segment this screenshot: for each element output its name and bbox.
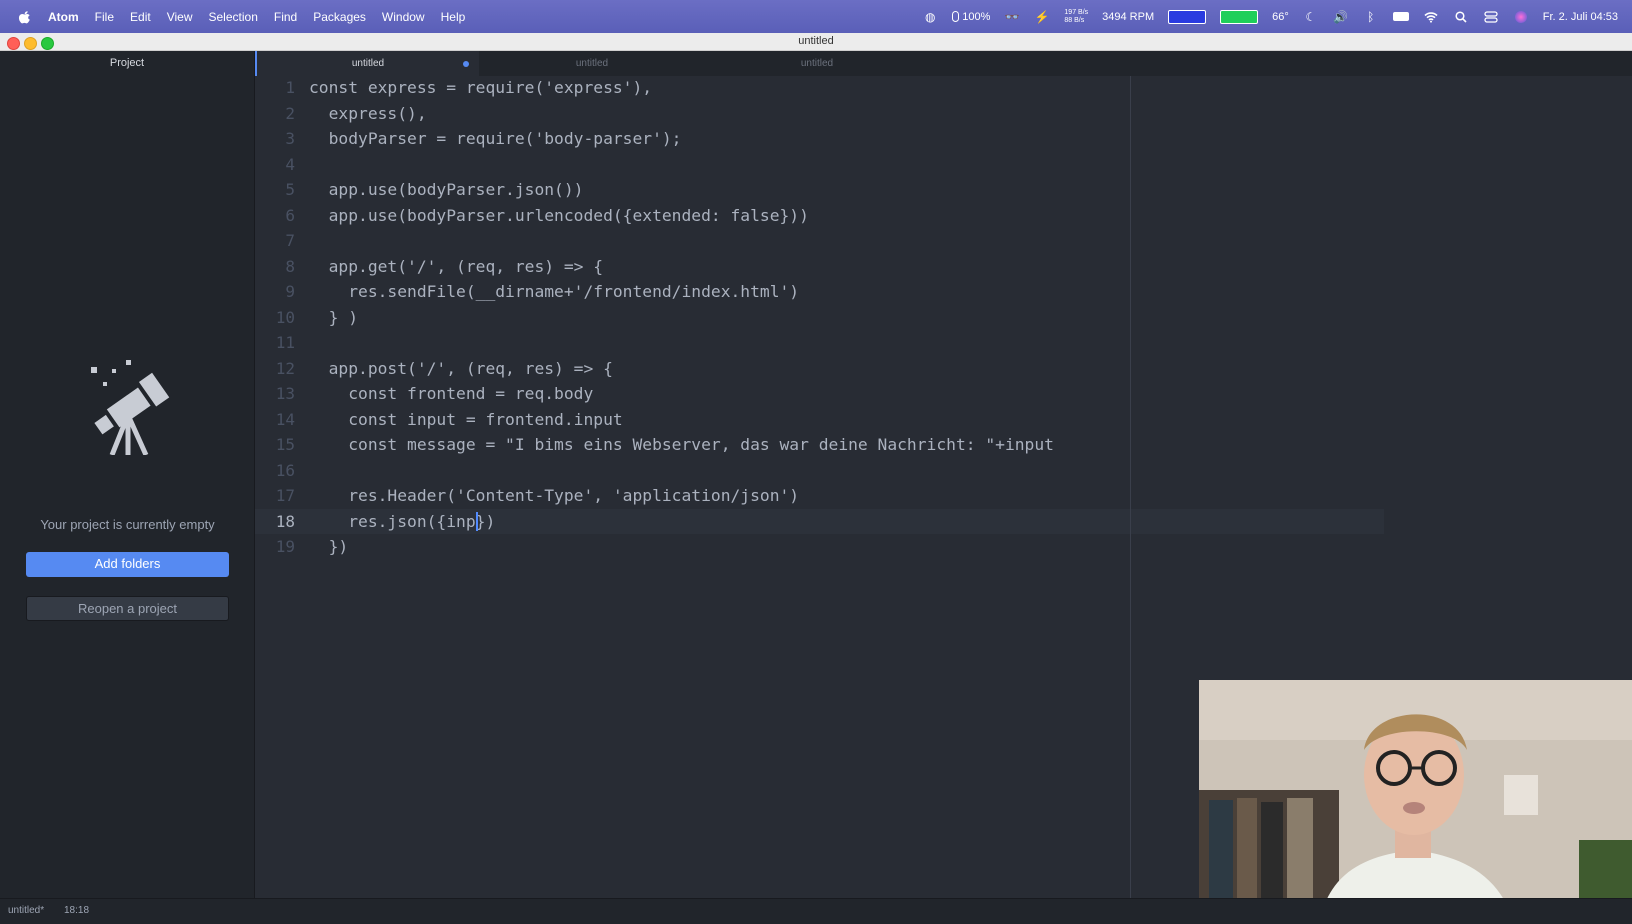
line-number: 16 <box>275 460 295 480</box>
modified-indicator-icon[interactable] <box>463 61 469 67</box>
line-number: 8 <box>285 256 295 276</box>
code-line[interactable]: res.Header('Content-Type', 'application/… <box>309 483 799 509</box>
menu-edit[interactable]: Edit <box>130 10 151 24</box>
network-speed[interactable]: 197 B/s 88 B/s <box>1064 9 1088 25</box>
lightning-icon[interactable]: ⚡ <box>1034 10 1050 24</box>
tab-label: untitled <box>800 58 834 69</box>
line-number: 10 <box>275 307 295 327</box>
text-cursor <box>476 511 479 531</box>
window-title-bar: untitled <box>0 33 1632 51</box>
line-number: 7 <box>285 231 295 250</box>
code-line[interactable]: const frontend = req.body <box>309 381 593 407</box>
globe-icon[interactable]: ◍ <box>922 10 938 24</box>
project-panel: Project Your project is currently empty … <box>0 51 255 898</box>
temperature[interactable]: 66° <box>1272 11 1289 23</box>
menu-bar: Atom File Edit View Selection Find Packa… <box>0 0 1632 33</box>
menu-view[interactable]: View <box>167 10 193 24</box>
zoom-window-button[interactable] <box>41 37 54 50</box>
empty-project-message: Your project is currently empty <box>40 517 215 532</box>
status-menus: ◍ 100% 👓 ⚡ 197 B/s 88 B/s 3494 RPM 66° ☾… <box>922 0 1618 33</box>
tab-label: untitled <box>351 58 385 69</box>
apple-icon[interactable] <box>18 10 32 24</box>
app-menu: Atom File Edit View Selection Find Packa… <box>48 10 481 24</box>
project-panel-title: Project <box>109 57 145 69</box>
code-line[interactable]: app.use(bodyParser.json()) <box>309 177 584 203</box>
menu-atom[interactable]: Atom <box>48 10 79 24</box>
memory-meter[interactable] <box>1220 9 1259 24</box>
tab-untitled-3[interactable]: untitled <box>705 51 929 76</box>
tab-untitled-2[interactable]: untitled <box>480 51 704 76</box>
glasses-icon[interactable]: 👓 <box>1004 10 1020 24</box>
code-line[interactable]: const input = frontend.input <box>309 407 622 433</box>
mouse-icon <box>952 11 960 22</box>
reopen-project-button[interactable]: Reopen a project <box>26 596 229 621</box>
code-line[interactable]: } ) <box>309 305 358 331</box>
webcam-video <box>1199 680 1632 924</box>
code-line[interactable]: res.sendFile(__dirname+'/frontend/index.… <box>309 279 799 305</box>
moon-icon[interactable]: ☾ <box>1303 10 1319 24</box>
tab-bar: untitled untitled untitled <box>255 51 1632 76</box>
line-number: 1 <box>285 78 295 97</box>
telescope-icon <box>91 360 170 455</box>
status-file-name[interactable]: untitled* <box>8 899 44 923</box>
minimize-window-button[interactable] <box>24 37 37 50</box>
menu-window[interactable]: Window <box>382 10 425 24</box>
line-number: 14 <box>275 409 295 429</box>
clock[interactable]: Fr. 2. Juli 04:53 <box>1543 11 1618 23</box>
net-down: 88 B/s <box>1064 16 1085 24</box>
control-center-icon[interactable] <box>1483 10 1499 24</box>
cursor-position[interactable]: 18:18 <box>64 899 89 923</box>
line-number: 4 <box>285 154 295 174</box>
line-number: 3 <box>285 129 295 148</box>
line-number: 11 <box>275 333 295 352</box>
battery-icon[interactable] <box>1392 10 1409 24</box>
fan-speed[interactable]: 3494 RPM <box>1102 11 1154 23</box>
line-number: 19 <box>275 537 295 556</box>
menu-file[interactable]: File <box>95 10 114 24</box>
bluetooth-icon[interactable]: ᛒ <box>1363 10 1379 24</box>
line-number: 2 <box>285 103 295 123</box>
menu-find[interactable]: Find <box>274 10 297 24</box>
line-number: 9 <box>285 282 295 301</box>
line-number: 13 <box>275 384 295 403</box>
menu-selection[interactable]: Selection <box>209 10 258 24</box>
line-number: 6 <box>285 205 295 225</box>
code-line[interactable]: bodyParser = require('body-parser'); <box>309 126 682 152</box>
wrap-guide <box>1130 76 1131 898</box>
presenter-image <box>1199 680 1632 924</box>
line-number: 17 <box>275 486 295 505</box>
line-number: 18 <box>275 511 295 531</box>
line-number: 12 <box>275 358 295 378</box>
code-line[interactable]: }) <box>309 534 349 560</box>
code-line[interactable]: res.json({inp}) <box>309 509 495 535</box>
cpu-meter[interactable] <box>1168 9 1207 24</box>
code-line[interactable]: app.use(bodyParser.urlencoded({extended:… <box>309 203 809 229</box>
code-line[interactable]: app.get('/', (req, res) => { <box>309 254 603 280</box>
close-window-button[interactable] <box>7 37 20 50</box>
code-line[interactable]: const message = "I bims eins Webserver, … <box>309 432 1054 458</box>
window-title: untitled <box>798 35 834 47</box>
line-number: 5 <box>285 180 295 199</box>
status-bar: untitled* 18:18 <box>0 898 1632 924</box>
tab-label: untitled <box>575 58 609 69</box>
tab-untitled-1[interactable]: untitled <box>255 51 479 76</box>
line-number: 15 <box>275 435 295 454</box>
menu-help[interactable]: Help <box>441 10 466 24</box>
battery-status[interactable]: 100% <box>952 11 990 23</box>
menu-packages[interactable]: Packages <box>313 10 366 24</box>
code-line[interactable]: const express = require('express'), <box>309 75 652 101</box>
code-line[interactable]: express(), <box>309 101 427 127</box>
search-icon[interactable] <box>1453 10 1469 24</box>
add-folders-button[interactable]: Add folders <box>26 552 229 577</box>
siri-icon[interactable] <box>1513 10 1529 24</box>
volume-icon[interactable]: 🔊 <box>1333 10 1349 24</box>
wifi-icon[interactable] <box>1423 10 1439 24</box>
battery-percent: 100% <box>962 10 991 23</box>
net-up: 197 B/s <box>1064 8 1089 16</box>
code-line[interactable]: app.post('/', (req, res) => { <box>309 356 613 382</box>
